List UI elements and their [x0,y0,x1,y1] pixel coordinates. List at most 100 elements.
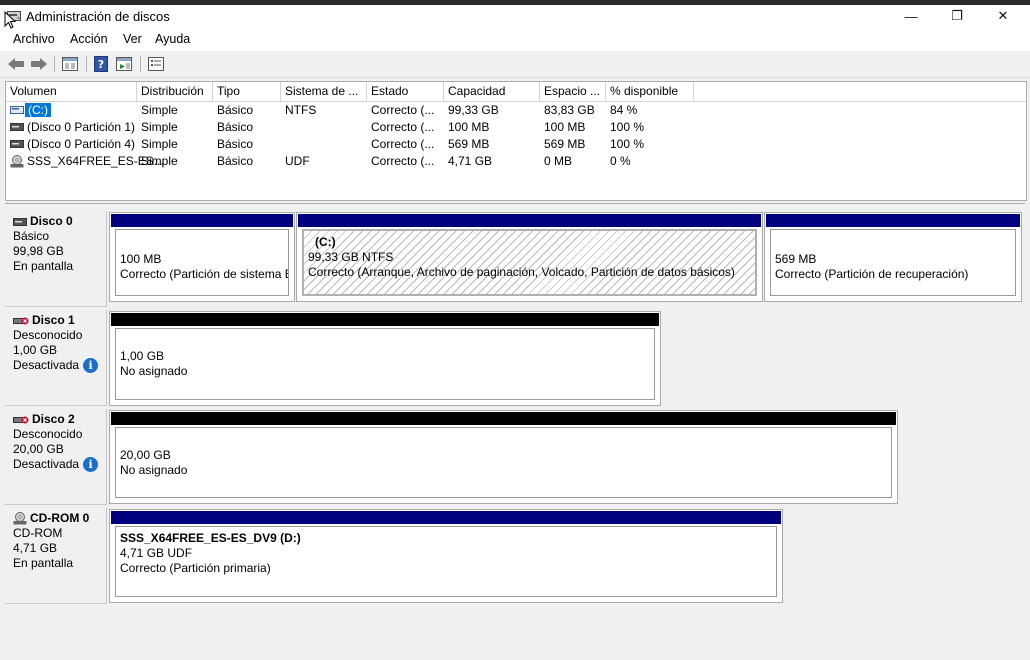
table-row[interactable]: (Disco 0 Partición 1) Simple Básico Corr… [6,119,1026,136]
menu-ayuda[interactable]: Ayuda [155,32,190,46]
disk-0-status: En pantalla [13,259,74,273]
partition-status: Correcto (Partición primaria) [120,561,271,575]
svg-text:?: ? [98,58,104,71]
info-icon[interactable]: i [83,358,99,373]
volume-status: Correcto (... [371,137,435,151]
col-header-estado[interactable]: Estado [367,82,444,101]
partition-bar [111,214,293,227]
partition-body-selected: (C:) 99,33 GB NTFS Correcto (Arranque, A… [302,229,757,296]
restore-button[interactable]: ❐ [934,5,980,27]
col-header-tipo[interactable]: Tipo [213,82,281,101]
volume-status: Correcto (... [371,120,435,134]
partition-bar-unallocated [111,313,659,326]
partition-label: SSS_X64FREE_ES-ES_DV9 (D:) [120,531,301,545]
disk-2-name: Disco 2 [32,412,75,426]
partition-size: 569 MB [775,252,817,266]
partition-body: 20,00 GB No asignado [115,427,892,498]
back-button[interactable] [6,55,26,73]
col-header-capacidad[interactable]: Capacidad [444,82,540,101]
disk-1-status-row: Desactivada i [13,358,106,373]
disk-0-partition-1[interactable]: 100 MB Correcto (Partición de sistema EF… [109,212,295,302]
cdrom-0-label[interactable]: CD-ROM 0 CD-ROM 4,71 GB En pantalla [5,508,107,604]
volume-type: Básico [217,103,254,117]
disk-0-name: Disco 0 [30,214,73,228]
restore-icon: ❐ [951,8,963,23]
disk-0-type: Básico [13,229,50,243]
toolbar: ? [0,51,1030,78]
info-icon[interactable]: i [83,457,99,472]
volume-name[interactable]: (C:) [25,103,51,117]
cd-drive-icon [13,512,27,525]
volume-fs: NTFS [285,103,317,117]
disk-1-name: Disco 1 [32,313,75,327]
title-bar[interactable]: Administración de discos — ❐ ✕ [0,5,1030,29]
disk-0-partition-4[interactable]: 569 MB Correcto (Partición de recuperaci… [764,212,1022,302]
disk-0-label[interactable]: Disco 0 Básico 99,98 GB En pantalla [5,211,107,307]
volume-type: Básico [217,154,254,168]
partition-bar [766,214,1020,227]
table-row[interactable]: SSS_X64FREE_ES-ES... Simple Básico UDF C… [6,153,1026,170]
partition-size: 1,00 GB [120,349,165,363]
toolbar-separator [140,56,141,72]
volume-capacity: 4,71 GB [448,154,493,168]
partition-body: SSS_X64FREE_ES-ES_DV9 (D:) 4,71 GB UDF C… [115,526,777,597]
volume-type: Básico [217,137,254,151]
partition-body: 569 MB Correcto (Partición de recuperaci… [770,229,1016,296]
drive-icon [10,140,24,148]
partition-status: Correcto (Partición de recuperación) [775,267,969,281]
minimize-button[interactable]: — [888,5,934,27]
volume-free: 83,83 GB [544,103,595,117]
col-header-volumen[interactable]: Volumen [6,82,137,101]
volume-type: Básico [217,120,254,134]
disk-2-unallocated[interactable]: 20,00 GB No asignado [109,410,898,504]
minimize-icon: — [904,8,918,24]
disk-offline-icon [13,317,29,324]
cdrom-0-size: 4,71 GB [13,541,58,555]
console-tree-button[interactable] [60,55,80,73]
disk-2-size: 20,00 GB [13,442,64,456]
forward-button[interactable] [29,55,49,73]
cdrom-0-partition[interactable]: SSS_X64FREE_ES-ES_DV9 (D:) 4,71 GB UDF C… [109,509,783,603]
volume-name[interactable]: (Disco 0 Partición 4) [27,136,135,153]
partition-size: 100 MB [120,252,162,266]
volume-free: 0 MB [544,154,573,168]
menu-ver[interactable]: Ver [123,32,142,46]
help-button[interactable]: ? [92,55,110,73]
volume-list[interactable]: Volumen Distribución Tipo Sistema de ...… [5,81,1027,201]
cdrom-0-type: CD-ROM [13,526,63,540]
cd-drive-icon [10,155,24,168]
disk-1-unallocated[interactable]: 1,00 GB No asignado [109,311,661,406]
volume-pct: 84 % [610,103,638,117]
disk-0-partition-c[interactable]: (C:) 99,33 GB NTFS Correcto (Arranque, A… [296,212,763,302]
disk-2-label[interactable]: Disco 2 Desconocido 20,00 GB Desactivada… [5,409,107,505]
partition-bar-unallocated [111,412,896,425]
disk-1-label[interactable]: Disco 1 Desconocido 1,00 GB Desactivada … [5,310,107,406]
cdrom-0-status: En pantalla [13,556,74,570]
window-title: Administración de discos [26,9,170,24]
console-tree-icon [62,57,78,71]
volume-name[interactable]: (Disco 0 Partición 1) [27,119,135,136]
close-button[interactable]: ✕ [980,5,1026,27]
properties-button[interactable] [146,55,166,73]
table-row[interactable]: (C:) Simple Básico NTFS Correcto (... 99… [6,102,1026,119]
disk-offline-icon [13,416,29,423]
disk-2-status: Desactivada [13,457,80,471]
col-header-espacio[interactable]: Espacio ... [540,82,606,101]
toolbar-separator [86,56,87,72]
properties-icon [148,57,164,71]
col-header-sistema[interactable]: Sistema de ... [281,82,367,101]
volume-free: 569 MB [544,137,586,151]
menu-accion[interactable]: Acción [70,32,108,46]
drive-icon [10,106,24,114]
col-header-distribucion[interactable]: Distribución [137,82,213,101]
table-row[interactable]: (Disco 0 Partición 4) Simple Básico Corr… [6,136,1026,153]
partition-size: 99,33 GB NTFS [308,250,394,264]
col-header-disponible[interactable]: % disponible [606,82,694,101]
partition-body: 1,00 GB No asignado [115,328,655,400]
menu-archivo[interactable]: Archivo [13,32,55,46]
volume-pct: 0 % [610,154,631,168]
partition-size: 20,00 GB [120,448,171,462]
action-pane-button[interactable] [114,55,134,73]
forward-arrow-icon [31,58,47,70]
disk-2-type: Desconocido [13,427,83,441]
